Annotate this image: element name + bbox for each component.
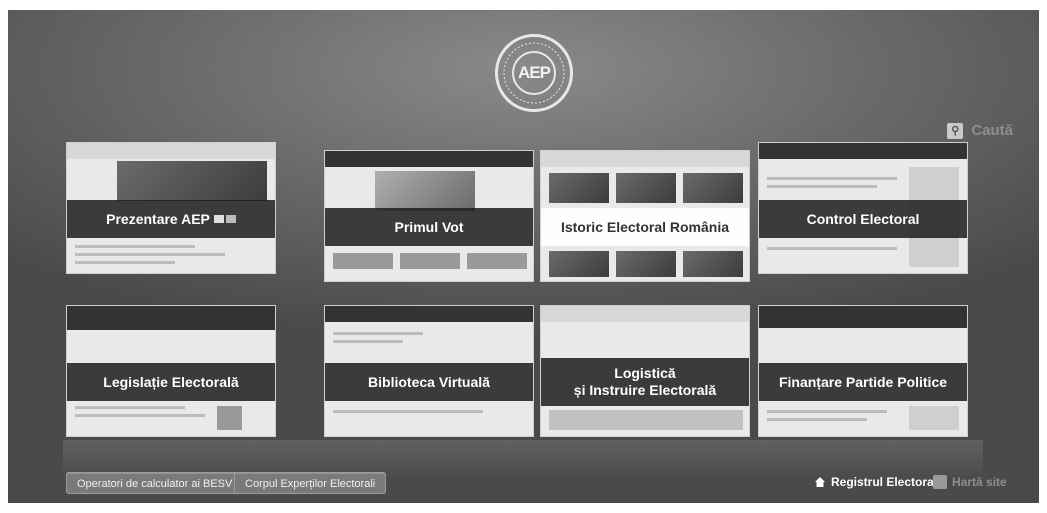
thumb-photo (375, 171, 475, 211)
magnifier-icon: ⚲ (947, 122, 964, 139)
tile-legislatie-electorala[interactable]: Legislație Electorală (66, 305, 276, 437)
thumb-photo (117, 161, 267, 201)
logo-monogram: AEP (512, 51, 556, 95)
tile-band: Legislație Electorală (67, 363, 275, 401)
thumb-block (549, 410, 743, 430)
tile-band: Istoric Electoral România (541, 208, 749, 246)
registrul-electoral-link[interactable]: Registrul Electoral (814, 475, 937, 489)
search-label: Caută (971, 122, 1013, 139)
thumb-header (759, 143, 967, 159)
thumb-header (67, 306, 275, 330)
corpul-experti-button[interactable]: Corpul Experților Electorali (234, 472, 387, 494)
thumb-line (767, 177, 897, 180)
harta-site-link[interactable]: Hartă site (933, 475, 1007, 489)
thumb-line (767, 410, 887, 413)
thumb-block (217, 406, 242, 430)
thumb-line (333, 340, 403, 343)
thumb-photo (549, 251, 609, 277)
thumb-line (75, 245, 195, 248)
tile-label: Biblioteca Virtuală (368, 373, 490, 390)
search-link[interactable]: ⚲ Caută (947, 122, 1013, 139)
thumb-photo (683, 173, 743, 203)
thumb-photo (616, 173, 676, 203)
thumb-line (333, 332, 423, 335)
thumb-header (541, 306, 749, 322)
tile-biblioteca-virtuala[interactable]: Biblioteca Virtuală (324, 305, 534, 437)
tile-label-group: Logistică și Instruire Electorală (574, 365, 716, 399)
tile-label: Istoric Electoral România (560, 218, 730, 235)
thumb-block (909, 406, 959, 430)
tile-finantare-partide[interactable]: Finanțare Partide Politice (758, 305, 968, 437)
main-stage: AEP ⚲ Caută Prezentare AEP Primul Vot Is… (8, 10, 1039, 503)
tile-prezentare-aep[interactable]: Prezentare AEP (66, 142, 276, 274)
tile-control-electoral[interactable]: Control Electoral (758, 142, 968, 274)
thumb-line (767, 247, 897, 250)
tile-istoric-electoral[interactable]: Istoric Electoral România (540, 150, 750, 282)
tile-band: Primul Vot (325, 208, 533, 246)
flag-uk-icon (225, 215, 236, 223)
tile-band: Prezentare AEP (67, 200, 275, 238)
tile-band: Finanțare Partide Politice (759, 363, 967, 401)
thumb-line (75, 253, 225, 256)
thumb-block (467, 253, 527, 269)
tile-band: Logistică și Instruire Electorală (541, 358, 749, 406)
thumb-header (67, 143, 275, 159)
thumb-block (400, 253, 460, 269)
tile-label-line2: și Instruire Electorală (573, 382, 717, 398)
aep-logo[interactable]: AEP (495, 34, 573, 112)
tile-label: Legislație Electorală (103, 373, 239, 390)
thumb-photo (683, 251, 743, 277)
tile-primul-vot[interactable]: Primul Vot (324, 150, 534, 282)
tile-label: Primul Vot (394, 218, 464, 235)
thumb-header (325, 151, 533, 167)
thumb-line (75, 261, 175, 264)
harta-site-label: Hartă site (952, 475, 1007, 489)
thumb-block (333, 253, 393, 269)
thumb-photo (549, 173, 609, 203)
thumb-header (325, 306, 533, 322)
thumb-header (759, 306, 967, 328)
sitemap-icon (933, 475, 947, 489)
tile-band: Control Electoral (759, 200, 967, 238)
tile-label: Finanțare Partide Politice (778, 373, 948, 390)
tile-label-line1: Logistică (614, 365, 676, 381)
thumb-line (767, 185, 877, 188)
thumb-header (541, 151, 749, 167)
thumb-line (75, 406, 185, 409)
operatori-button[interactable]: Operatori de calculator ai BESV (66, 472, 244, 494)
tile-label: Prezentare AEP (106, 210, 210, 227)
home-icon (815, 477, 825, 487)
thumb-line (333, 410, 483, 413)
tile-band: Biblioteca Virtuală (325, 363, 533, 401)
thumb-line (767, 418, 867, 421)
registrul-electoral-label: Registrul Electoral (831, 475, 938, 489)
flag-ro-icon (213, 215, 224, 223)
thumb-photo (616, 251, 676, 277)
tile-label: Control Electoral (806, 210, 920, 227)
tile-logistica[interactable]: Logistică și Instruire Electorală (540, 305, 750, 437)
thumb-line (75, 414, 205, 417)
